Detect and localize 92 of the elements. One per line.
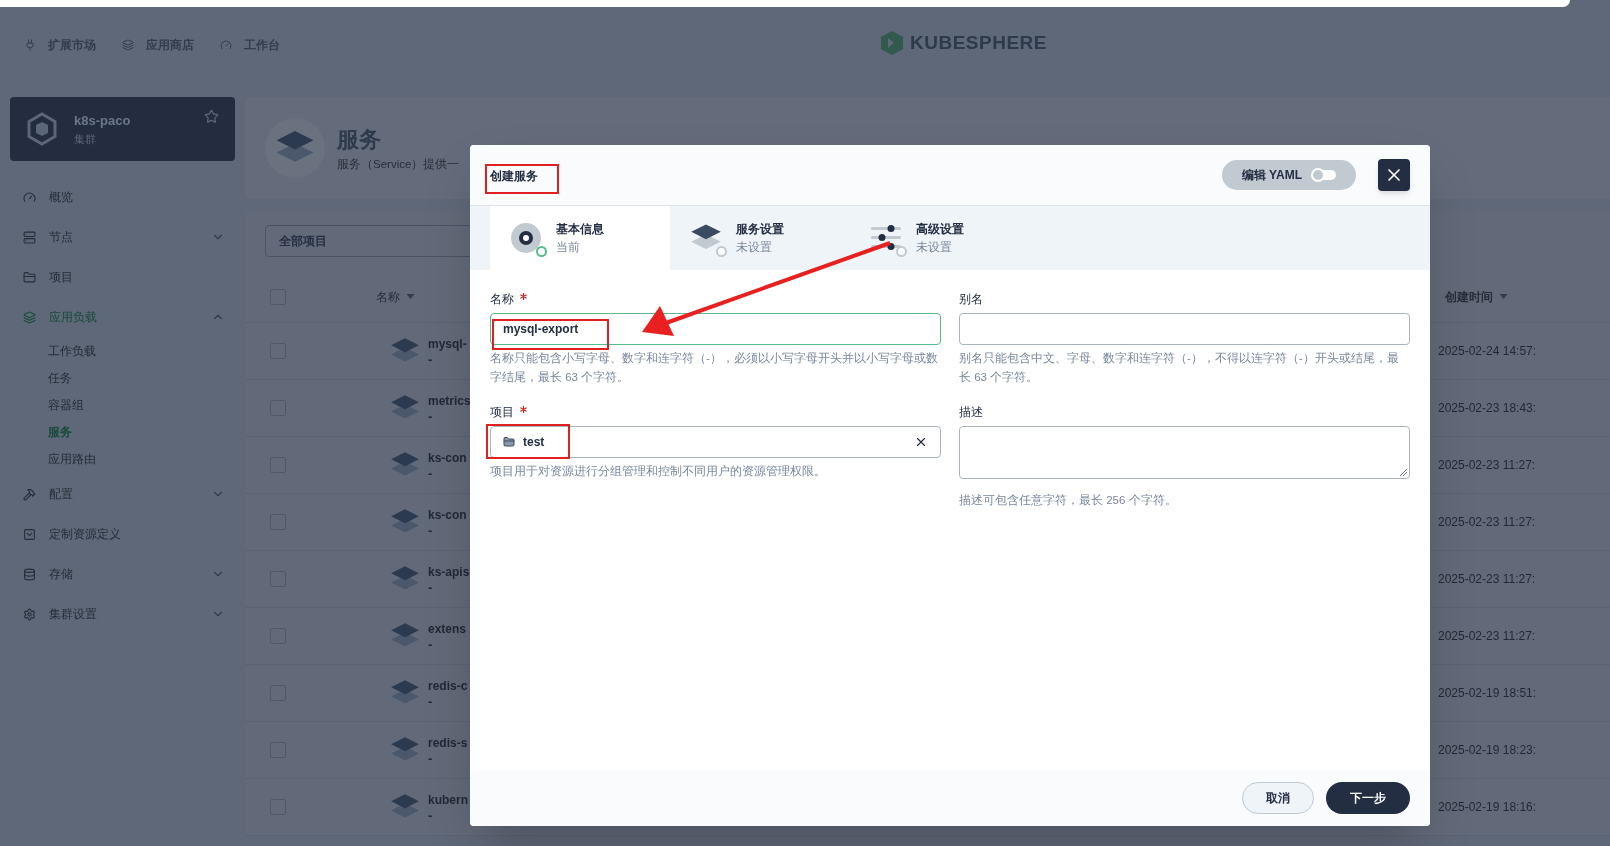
created-time: 2025-02-23 18:43: [1438,400,1537,417]
service-subtitle: - [428,695,433,709]
sidebar-item[interactable]: 定制资源定义 [0,514,245,554]
menu-icon [23,607,36,621]
step-tab[interactable]: 高级设置 未设置 [850,206,1030,270]
sort-icon [1499,294,1508,299]
sidebar-subitem[interactable]: 应用路由 [48,449,96,468]
service-name[interactable]: ks-con [428,506,467,524]
step-tab[interactable]: 服务设置 未设置 [670,206,850,270]
menu-icon [23,270,36,284]
page-title: 服务 [337,125,382,154]
service-subtitle: - [428,524,433,538]
created-time: 2025-02-24 14:57: [1438,343,1537,360]
field-label: 描述 [959,404,983,421]
sidebar-subitem[interactable]: 服务 [48,422,72,441]
service-name[interactable]: metrics [428,392,471,410]
created-time: 2025-02-23 11:27: [1438,628,1536,645]
sidebar-subitem[interactable]: 任务 [48,368,72,387]
service-name[interactable]: redis-s [428,734,468,752]
toggle-switch-icon [1312,170,1336,180]
menu-icon [23,567,36,581]
service-subtitle: - [428,353,433,367]
service-name[interactable]: ks-apis [428,563,470,581]
step-status: 未设置 [916,239,953,256]
service-subtitle: - [428,752,433,766]
step-title: 高级设置 [916,221,964,238]
nav-icon [220,39,232,51]
sidebar-item[interactable]: 应用负载 [0,297,245,337]
resize-grip-icon [1399,468,1407,476]
edit-yaml-toggle[interactable]: 编辑 YAML [1221,160,1356,190]
sliders-icon [870,223,902,253]
cluster-name: k8s-paco [74,112,132,130]
menu-icon [23,527,36,541]
step-status-icon [536,246,547,257]
step-status-icon [896,246,907,257]
service-subtitle: - [428,638,433,652]
close-button[interactable] [1378,159,1410,191]
sidebar-subitem[interactable]: 工作负载 [48,341,96,360]
logo-icon [880,30,904,57]
cube-icon [26,112,58,146]
menu-icon [23,310,36,324]
created-time: 2025-02-23 11:27: [1438,514,1536,531]
service-subtitle: - [428,410,433,424]
column-header[interactable]: 创建时间 [1445,287,1508,306]
sidebar-item[interactable]: 概览 [0,177,245,217]
description-textarea[interactable] [959,426,1410,479]
dialog-title: 创建服务 [490,169,538,183]
folder-icon [503,436,515,448]
sidebar-item[interactable]: 存储 [0,554,245,594]
project-select[interactable]: test [490,426,941,458]
next-button[interactable]: 下一步 [1326,782,1410,814]
nav-icon [24,39,36,51]
created-time: 2025-02-19 18:51: [1438,685,1537,702]
disc-icon [511,223,541,253]
cancel-button[interactable]: 取消 [1242,782,1314,814]
field-label: 项目 [490,404,514,421]
service-name[interactable]: redis-c [428,677,468,695]
step-title: 服务设置 [736,221,784,238]
menu-icon [23,230,36,244]
field-hint: 名称只能包含小写字母、数字和连字符（-），必须以小写字母开头并以小写字母或数字结尾，最长 63 个字符。 [490,351,939,385]
field-hint: 项目用于对资源进行分组管理和控制不同用户的资源管理权限。 [490,464,827,479]
step-status-icon [716,246,727,257]
service-name[interactable]: kubern [428,791,468,809]
field-label: 别名 [959,291,983,308]
step-tab[interactable]: 基本信息 当前 [490,206,670,270]
service-subtitle: - [428,581,433,595]
sidebar-item[interactable]: 项目 [0,257,245,297]
star-icon[interactable] [204,109,219,124]
menu-icon [23,190,36,204]
sidebar-subitem[interactable]: 容器组 [48,395,84,414]
service-name[interactable]: mysql- [428,335,467,353]
created-time: 2025-02-23 11:27: [1438,571,1536,588]
service-name[interactable]: ks-con [428,449,467,467]
sidebar-item[interactable]: 节点 [0,217,245,257]
service-subtitle: - [428,467,433,481]
service-subtitle: - [428,809,433,823]
clear-icon[interactable] [914,435,928,449]
column-header[interactable]: 名称 [376,287,415,306]
text-field[interactable]: mysql-export [490,313,941,345]
field-hint: 描述可包含任意字符，最长 256 个字符。 [959,493,1178,508]
step-status: 当前 [556,239,581,256]
nav-icon [122,39,134,51]
created-time: 2025-02-23 11:27: [1438,457,1536,474]
created-time: 2025-02-19 18:16: [1438,799,1537,816]
field-label: 名称 [490,291,514,308]
step-status: 未设置 [736,239,773,256]
created-time: 2025-02-19 18:23: [1438,742,1537,759]
field-hint: 别名只能包含中文、字母、数字和连字符（-），不得以连字符（-）开头或结尾，最长 63 个字符。 [959,351,1400,385]
text-field[interactable] [959,313,1410,345]
service-name[interactable]: extens [428,620,467,638]
sort-icon [406,294,415,299]
menu-icon [23,487,36,501]
